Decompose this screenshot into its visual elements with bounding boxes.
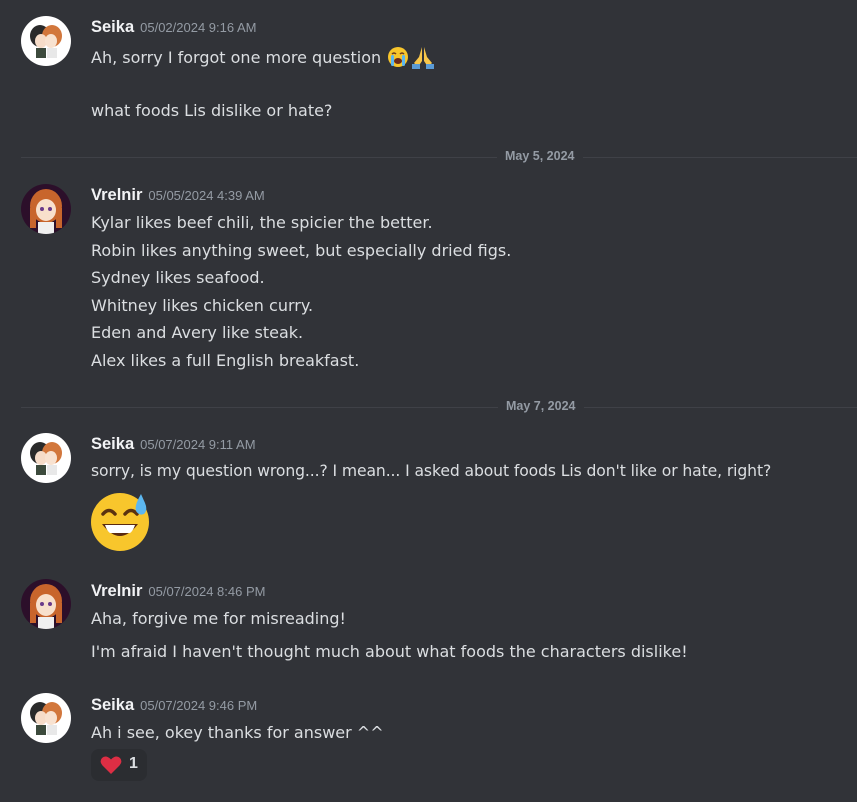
- date-divider-label: May 7, 2024: [498, 399, 584, 413]
- reaction-count: 1: [129, 755, 138, 772]
- username[interactable]: Seika: [91, 696, 134, 714]
- timestamp: 05/07/2024 8:46 PM: [148, 584, 266, 599]
- message-text: Aha, forgive me for misreading!: [91, 609, 346, 628]
- red-heart-icon: [100, 755, 122, 779]
- message-header: Seika 05/07/2024 9:11 AM: [91, 434, 256, 454]
- timestamp: 05/07/2024 9:46 PM: [140, 698, 258, 713]
- message-header: Vrelnir 05/07/2024 8:46 PM: [91, 581, 265, 601]
- message-header: Vrelnir 05/05/2024 4:39 AM: [91, 185, 265, 205]
- username[interactable]: Vrelnir: [91, 582, 142, 600]
- message-header: Seika 05/02/2024 9:16 AM: [91, 17, 257, 37]
- avatar-seika[interactable]: [21, 693, 71, 743]
- avatar-seika[interactable]: [21, 433, 71, 483]
- message-text: Robin likes anything sweet, but especial…: [91, 241, 512, 260]
- username[interactable]: Seika: [91, 435, 134, 453]
- date-divider: [21, 407, 857, 408]
- message-text: Whitney likes chicken curry.: [91, 296, 314, 315]
- timestamp: 05/05/2024 4:39 AM: [148, 188, 265, 203]
- username[interactable]: Vrelnir: [91, 186, 142, 204]
- date-divider-label: May 5, 2024: [497, 149, 583, 163]
- message-text: Ah i see, okey thanks for answer ^^: [91, 723, 384, 742]
- reaction-button[interactable]: 1: [91, 749, 147, 781]
- message-text: Alex likes a full English breakfast.: [91, 351, 360, 370]
- avatar-vrelnir[interactable]: [21, 579, 71, 629]
- message-text: Eden and Avery like steak.: [91, 323, 304, 342]
- folded-hands-icon: [410, 45, 436, 73]
- message-text: Kylar likes beef chili, the spicier the …: [91, 213, 433, 232]
- message-header: Seika 05/07/2024 9:46 PM: [91, 695, 257, 715]
- avatar-seika[interactable]: [21, 16, 71, 66]
- grinning-face-with-sweat-icon: [90, 490, 152, 556]
- message-text: Sydney likes seafood.: [91, 268, 265, 287]
- timestamp: 05/07/2024 9:11 AM: [140, 437, 256, 452]
- loudly-crying-face-icon: [386, 45, 410, 73]
- date-divider: [21, 157, 857, 158]
- avatar-vrelnir[interactable]: [21, 184, 71, 234]
- message-text: what foods Lis dislike or hate?: [91, 101, 333, 120]
- message-text: Ah, sorry I forgot one more question: [91, 45, 436, 73]
- timestamp: 05/02/2024 9:16 AM: [140, 20, 257, 35]
- message-text: sorry, is my question wrong...? I mean..…: [91, 462, 772, 480]
- message-text: I'm afraid I haven't thought much about …: [91, 642, 688, 661]
- username[interactable]: Seika: [91, 18, 134, 36]
